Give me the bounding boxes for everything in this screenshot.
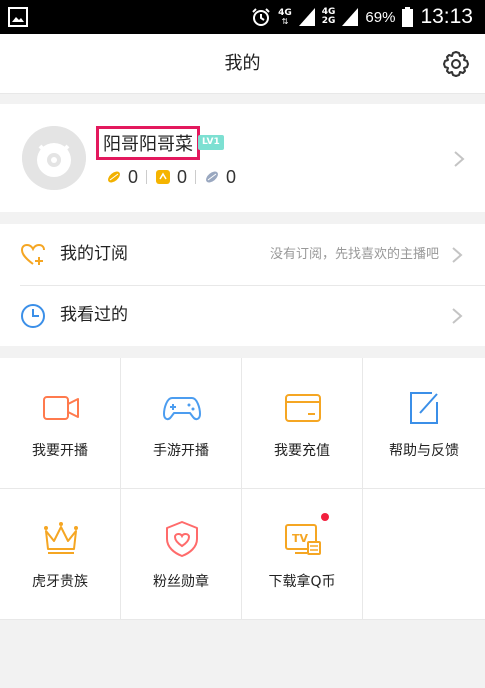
svg-text:TV: TV [292,532,309,545]
chevron-right-icon [452,308,463,324]
chevron-right-icon [452,247,463,263]
divider [146,170,148,184]
grid-item-start-live[interactable]: 我要开播 [0,358,121,489]
default-avatar-icon [22,126,86,190]
clock-time: 13:13 [420,5,473,28]
grid-item-label: 虎牙贵族 [32,574,88,590]
silver-bean-count: 0 [226,166,237,187]
chevron-right-icon [454,151,465,167]
gold-bean-count: 0 [128,166,139,187]
battery-percent: 69% [365,8,396,26]
list-item-label: 我看过的 [60,305,128,325]
silver-bean-stat: 0 [204,167,236,188]
signal-icon-2 [342,8,359,26]
list-item-hint: 没有订阅，先找喜欢的主播吧 [269,247,439,262]
tv-coin-icon: TV [285,524,321,555]
silver-bean-icon [206,171,218,183]
grid-item-mobile-game-live[interactable]: 手游开播 [121,358,242,489]
level-badge: LV1 [198,135,224,150]
gear-icon[interactable] [441,49,471,79]
grid-item-label: 手游开播 [153,443,209,459]
alarm-icon [252,8,270,26]
bean-icon [108,171,120,183]
crown-icon [44,522,78,554]
clock-icon [21,304,45,328]
signal-icon-1 [298,8,315,26]
list-item-history[interactable]: 我看过的 [0,285,485,346]
status-bar: 4G ⇅ 4G 2G 69% 13:13 [0,0,485,34]
username: 阳哥阳哥菜 [103,134,193,155]
video-camera-icon [43,396,79,420]
grid-item-download-qcoin[interactable]: TV 下载拿Q币 [242,489,363,620]
feature-grid: 我要开播 手游开播 我要充值 帮助与反馈 虎牙贵族 粉丝勋章 TV 下载拿Q币 [0,358,485,620]
page-title: 我的 [224,53,261,74]
grid-item-label: 帮助与反馈 [389,443,459,459]
wallet-card-icon [285,394,321,422]
network-type-3: 2G [321,16,336,26]
list-item-subscriptions[interactable]: 我的订阅 没有订阅，先找喜欢的主播吧 [0,224,485,286]
edit-icon [410,392,438,424]
username-highlight: 阳哥阳哥菜 [96,126,200,160]
list-item-label: 我的订阅 [60,244,128,264]
heart-shield-icon [166,521,198,557]
grid-item-help-feedback[interactable]: 帮助与反馈 [363,358,485,489]
menu-list: 我的订阅 没有订阅，先找喜欢的主播吧 我看过的 [0,224,485,346]
grid-item-label: 粉丝勋章 [153,574,209,590]
header: 我的 [0,34,485,94]
gallery-icon [8,7,28,27]
gamepad-icon [163,397,201,421]
divider [195,170,197,184]
wallet-stats: 0 0 0 [106,165,236,189]
grid-item-label: 我要开播 [32,443,88,459]
coin-stat: 0 [155,167,187,188]
coin-icon [156,170,171,184]
grid-item-fan-badge[interactable]: 粉丝勋章 [121,489,242,620]
grid-item-label: 下载拿Q币 [268,574,336,590]
coin-count: 0 [177,166,188,187]
heart-plus-icon [20,243,45,265]
grid-item-recharge[interactable]: 我要充值 [242,358,363,489]
gold-bean-stat: 0 [106,167,138,188]
profile-card[interactable]: 阳哥阳哥菜 LV1 0 0 0 [0,104,485,212]
grid-item-label: 我要充值 [274,443,330,459]
grid-item-nobility[interactable]: 虎牙贵族 [0,489,121,620]
grid-item-empty [363,489,485,620]
avatar[interactable] [22,126,86,190]
battery-icon [402,7,414,27]
notification-dot [321,513,329,521]
